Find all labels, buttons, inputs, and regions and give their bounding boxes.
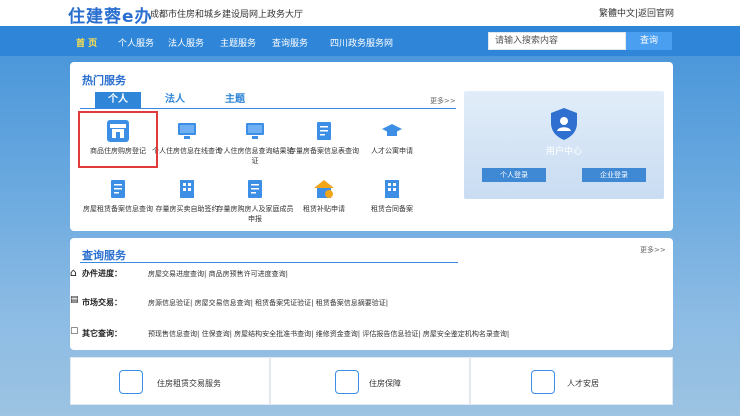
building-icon bbox=[381, 178, 403, 200]
service-item[interactable]: 人才公寓申请 bbox=[353, 120, 431, 156]
service-label: 租赁合同备案 bbox=[371, 205, 413, 213]
service-label: 租赁补贴申请 bbox=[303, 205, 345, 213]
service-item[interactable]: 存量房备案信息表查询 bbox=[285, 120, 363, 156]
building-icon bbox=[176, 178, 198, 200]
document-icon bbox=[313, 120, 335, 142]
monitor-icon bbox=[176, 120, 198, 142]
hot-services-title: 热门服务 bbox=[82, 74, 126, 87]
service-label: 存量房购房人及家庭成员申报 bbox=[216, 205, 294, 223]
tab-legal[interactable]: 法人 bbox=[160, 92, 190, 108]
nav-home[interactable]: 首 页 bbox=[76, 36, 97, 49]
query-row-label: 市场交易： bbox=[82, 298, 122, 307]
query-row-label: 其它查询： bbox=[82, 329, 122, 338]
person-house-icon bbox=[531, 370, 555, 394]
service-label: 房屋租赁备案信息查询 bbox=[83, 205, 153, 213]
tab-underline bbox=[80, 108, 456, 109]
service-item[interactable]: 租赁补贴申请 bbox=[285, 178, 363, 214]
query-row-links[interactable]: 房屋交易进度查询| 商品房预售许可进度查询| bbox=[148, 269, 288, 279]
nav-theme[interactable]: 主题服务 bbox=[220, 36, 256, 49]
service-label: 存量房买卖自助签约 bbox=[155, 205, 219, 213]
heart-house-icon bbox=[335, 370, 359, 394]
user-center-panel: 用户中心 个人登录 企业登录 bbox=[464, 91, 664, 199]
site-logo[interactable]: 住建蓉e办 bbox=[68, 2, 153, 27]
market-icon: ▤ bbox=[70, 295, 79, 305]
house-icon bbox=[313, 178, 335, 200]
card-label: 人才安居 bbox=[567, 379, 599, 388]
tab-theme[interactable]: 主题 bbox=[220, 92, 250, 108]
service-item[interactable]: 房屋租赁备案信息查询 bbox=[79, 178, 157, 214]
service-label: 个人住房信息查询结果验证 bbox=[216, 147, 294, 165]
talent-housing-card[interactable]: 人才安居 bbox=[470, 357, 673, 405]
query-row-label: 办件进度： bbox=[82, 269, 122, 278]
query-more-link[interactable]: 更多>> bbox=[640, 245, 666, 255]
hot-more-link[interactable]: 更多>> bbox=[430, 96, 456, 106]
service-label: 存量房备案信息表查询 bbox=[289, 147, 359, 155]
service-label: 个人住房信息在线查询 bbox=[152, 147, 222, 155]
highlight-box bbox=[78, 111, 158, 168]
site-subtitle: 成都市住房和城乡建设局网上政务大厅 bbox=[150, 10, 304, 20]
query-row-links[interactable]: 房源信息验证| 房屋交易信息查询| 租赁备案凭证验证| 租赁备案信息摘要验证| bbox=[148, 298, 388, 308]
user-center-title: 用户中心 bbox=[545, 147, 582, 157]
top-links[interactable]: 繁體中文|返回官网 bbox=[599, 6, 674, 19]
card-label: 住房保障 bbox=[369, 379, 401, 388]
service-item[interactable]: 存量房买卖自助签约 bbox=[148, 178, 226, 214]
card-label: 住房租赁交易服务 bbox=[157, 379, 221, 388]
service-label: 人才公寓申请 bbox=[371, 147, 413, 155]
nav-query[interactable]: 查询服务 bbox=[272, 36, 308, 49]
query-underline bbox=[80, 262, 458, 263]
graduation-cap-icon bbox=[381, 120, 403, 142]
search-button[interactable]: 查询 bbox=[626, 32, 672, 50]
home-icon: ⌂ bbox=[70, 266, 77, 279]
user-shield-icon bbox=[551, 108, 577, 140]
document-icon bbox=[107, 178, 129, 200]
monitor-icon bbox=[244, 120, 266, 142]
search-input[interactable] bbox=[488, 32, 626, 50]
document-icon bbox=[244, 178, 266, 200]
nav-legal[interactable]: 法人服务 bbox=[168, 36, 204, 49]
nav-sichuan[interactable]: 四川政务服务网 bbox=[330, 36, 393, 49]
personal-login-button[interactable]: 个人登录 bbox=[482, 168, 546, 182]
service-item[interactable]: 个人住房信息查询结果验证 bbox=[216, 120, 294, 166]
nav-personal[interactable]: 个人服务 bbox=[118, 36, 154, 49]
housing-security-card[interactable]: 住房保障 bbox=[270, 357, 470, 405]
query-row-links[interactable]: 预现售信息查询| 住保查询| 房屋结构安全批准书查询| 维修资金查询| 评估报告… bbox=[148, 329, 509, 339]
rental-service-card[interactable]: 住房租赁交易服务 bbox=[70, 357, 270, 405]
top-bar: 住建蓉e办 成都市住房和城乡建设局网上政务大厅 繁體中文|返回官网 bbox=[0, 0, 740, 27]
other-query-icon: ▢ bbox=[70, 326, 79, 336]
service-item[interactable]: 个人住房信息在线查询 bbox=[148, 120, 226, 156]
service-item[interactable]: 存量房购房人及家庭成员申报 bbox=[216, 178, 294, 224]
building-icon bbox=[119, 370, 143, 394]
query-title: 查询服务 bbox=[82, 249, 126, 262]
service-item[interactable]: 租赁合同备案 bbox=[353, 178, 431, 214]
enterprise-login-button[interactable]: 企业登录 bbox=[582, 168, 646, 182]
tab-personal[interactable]: 个人 bbox=[95, 92, 141, 108]
